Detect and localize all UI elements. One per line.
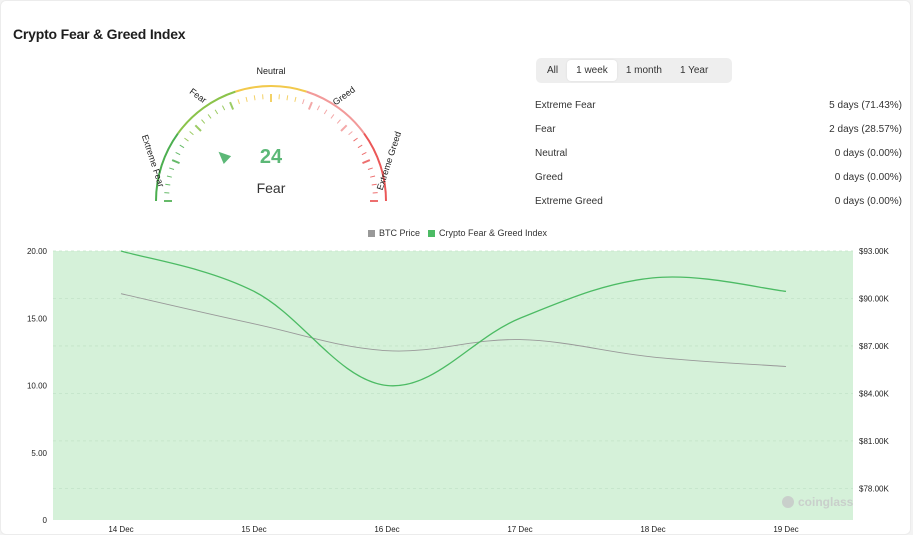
- fear-greed-card: Crypto Fear & Greed Index Extreme Fear Fe…: [0, 0, 911, 535]
- gauge-tick: [348, 131, 353, 136]
- gauge-tick: [323, 109, 328, 115]
- stat-row-fear: Fear 2 days (28.57%): [535, 117, 902, 141]
- time-range-tabs: All 1 week 1 month 1 Year: [536, 58, 732, 83]
- x-tick-label: 16 Dec: [374, 525, 399, 534]
- y-left-tick-label: 15.00: [27, 314, 48, 323]
- fear-greed-point: [253, 291, 255, 293]
- stat-value: 0 days (0.00%): [834, 195, 902, 207]
- gauge-tick: [340, 124, 348, 132]
- gauge-tick: [307, 101, 313, 110]
- stat-row-neutral: Neutral 0 days (0.00%): [535, 141, 902, 165]
- gauge-zone-label: Greed: [331, 84, 357, 107]
- y-right-tick-label: $81.00K: [859, 437, 889, 446]
- gauge-tick: [237, 99, 240, 105]
- tab-all[interactable]: All: [538, 60, 567, 81]
- stat-row-extreme-greed: Extreme Greed 0 days (0.00%): [535, 189, 902, 213]
- gauge-tick: [189, 131, 194, 136]
- watermark-text: coinglass: [798, 495, 854, 509]
- legend-label: Crypto Fear & Greed Index: [438, 228, 548, 238]
- stat-label: Fear: [535, 123, 556, 135]
- coinglass-watermark: coinglass: [782, 495, 853, 509]
- gauge-tick: [286, 95, 289, 101]
- coinglass-logo-icon: [782, 496, 794, 508]
- stat-value: 2 days (28.57%): [829, 123, 902, 135]
- btc-price-point: [785, 366, 787, 368]
- btc-price-point: [386, 350, 388, 352]
- btc-price-point: [519, 339, 521, 341]
- sentiment-stats: Extreme Fear 5 days (71.43%) Fear 2 days…: [535, 93, 902, 213]
- stat-value: 0 days (0.00%): [834, 171, 902, 183]
- fear-greed-point: [519, 317, 521, 319]
- gauge-zone-label: Fear: [188, 86, 209, 105]
- x-tick-label: 14 Dec: [108, 525, 133, 534]
- legend-item-fear-greed[interactable]: Crypto Fear & Greed Index: [427, 228, 548, 238]
- stat-label: Greed: [535, 171, 563, 183]
- stat-value: 5 days (71.43%): [829, 99, 902, 111]
- stat-value: 0 days (0.00%): [834, 147, 902, 159]
- stat-label: Extreme Greed: [535, 195, 603, 207]
- gauge-tick: [302, 99, 305, 105]
- gauge-tick: [253, 95, 256, 101]
- gauge-tick: [353, 137, 358, 142]
- tab-1-week[interactable]: 1 week: [567, 60, 617, 81]
- x-tick-label: 19 Dec: [773, 525, 798, 534]
- tab-1-year[interactable]: 1 Year: [671, 60, 717, 81]
- gauge-value: 24: [259, 146, 283, 168]
- gauge-tick: [166, 175, 172, 178]
- fear-greed-point: [120, 250, 122, 252]
- y-left-tick-label: 5.00: [31, 449, 47, 458]
- stat-label: Neutral: [535, 147, 568, 159]
- gauge-tick: [184, 137, 189, 142]
- y-left-tick-label: 10.00: [27, 382, 48, 391]
- x-tick-label: 18 Dec: [640, 525, 665, 534]
- gauge-tick: [221, 105, 226, 111]
- plot-area-background: [53, 251, 853, 520]
- chart-legend: BTC Price Crypto Fear & Greed Index: [1, 228, 910, 238]
- x-tick-label: 15 Dec: [241, 525, 266, 534]
- y-right-tick-label: $87.00K: [859, 342, 889, 351]
- gauge-zone-label: Neutral: [256, 66, 285, 76]
- btc-price-point: [652, 356, 654, 358]
- gauge-tick: [214, 109, 219, 115]
- gauge-tick: [336, 119, 341, 124]
- gauge-tick: [294, 96, 297, 102]
- btc-price-point: [120, 293, 122, 295]
- stat-row-greed: Greed 0 days (0.00%): [535, 165, 902, 189]
- y-right-tick-label: $93.00K: [859, 247, 889, 256]
- gauge-tick: [229, 101, 235, 110]
- btc-price-point: [253, 323, 255, 325]
- gauge-tick: [370, 175, 376, 178]
- gauge-tick: [201, 119, 206, 124]
- gauge-tick: [330, 114, 335, 119]
- fear-greed-point: [785, 291, 787, 293]
- y-right-tick-label: $78.00K: [859, 484, 889, 493]
- x-tick-label: 17 Dec: [507, 525, 532, 534]
- tab-1-month[interactable]: 1 month: [617, 60, 671, 81]
- legend-label: BTC Price: [378, 228, 420, 238]
- page-title: Crypto Fear & Greed Index: [13, 26, 186, 42]
- legend-swatch-fear-greed: [427, 229, 435, 237]
- fear-greed-point: [652, 277, 654, 279]
- legend-swatch-btc: [367, 229, 375, 237]
- y-right-tick-label: $84.00K: [859, 389, 889, 398]
- gauge-label: Fear: [256, 180, 286, 196]
- legend-item-btc-price[interactable]: BTC Price: [367, 228, 420, 238]
- gauge-tick: [207, 114, 212, 119]
- y-left-tick-label: 0: [43, 516, 48, 525]
- fear-greed-point: [386, 385, 388, 387]
- stat-label: Extreme Fear: [535, 99, 596, 111]
- gauge-tick: [316, 105, 321, 111]
- gauge-tick: [245, 96, 248, 102]
- stat-row-extreme-fear: Extreme Fear 5 days (71.43%): [535, 93, 902, 117]
- y-right-tick-label: $90.00K: [859, 294, 889, 303]
- gauge-zone-arc: [235, 85, 307, 93]
- gauge-tick: [194, 124, 202, 132]
- fear-greed-chart: 0 5.00 10.00 15.00 20.00 $78.00K $81.00K $84.00…: [27, 247, 890, 534]
- y-left-tick-label: 20.00: [27, 247, 48, 256]
